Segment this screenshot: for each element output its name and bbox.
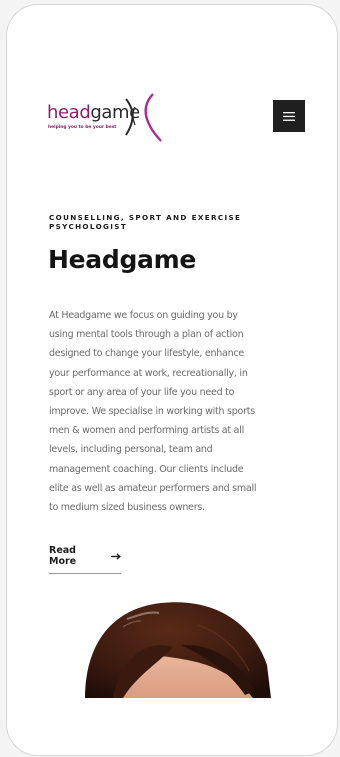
arrow-right-icon	[111, 552, 121, 560]
menu-button[interactable]	[273, 100, 305, 132]
read-more-link[interactable]: Read More	[49, 545, 121, 574]
logo-swoosh-icon	[125, 93, 162, 142]
description-line: your performance at work, recreationally…	[49, 367, 248, 379]
logo-tagline: helping you to be your best	[48, 125, 117, 130]
headgame-logo[interactable]: headgame helping you to be your best	[47, 91, 167, 147]
description-line: men & women and performing artists at al…	[49, 425, 244, 437]
description-line: improve. We specialise in working with s…	[49, 406, 255, 418]
woman-portrait-photo	[77, 595, 273, 698]
description-line: levels, including personal, team and	[49, 444, 213, 456]
description-line: elite as well as amateur performers and …	[49, 482, 257, 494]
description-line: designed to change your lifestyle, enhan…	[49, 348, 244, 360]
hamburger-menu-icon	[283, 111, 295, 121]
phone-frame: headgame helping you to be your best COU…	[6, 4, 338, 756]
description-line: sport or any area of your life you need …	[49, 386, 235, 398]
page-title: Headgame	[48, 245, 197, 274]
description-line: management coaching. Our clients include	[49, 463, 244, 475]
description-line: using mental tools through a plan of act…	[49, 329, 244, 341]
description-line: to medium sized business owners.	[49, 502, 205, 514]
read-more-label: Read More	[49, 545, 77, 567]
description-line: At Headgame we focus on guiding you by	[49, 310, 238, 321]
hero-kicker: COUNSELLING, SPORT AND EXERCISE PSYCHOLO…	[49, 213, 242, 231]
hero-description: At Headgame we focus on guiding you by u…	[49, 306, 274, 517]
